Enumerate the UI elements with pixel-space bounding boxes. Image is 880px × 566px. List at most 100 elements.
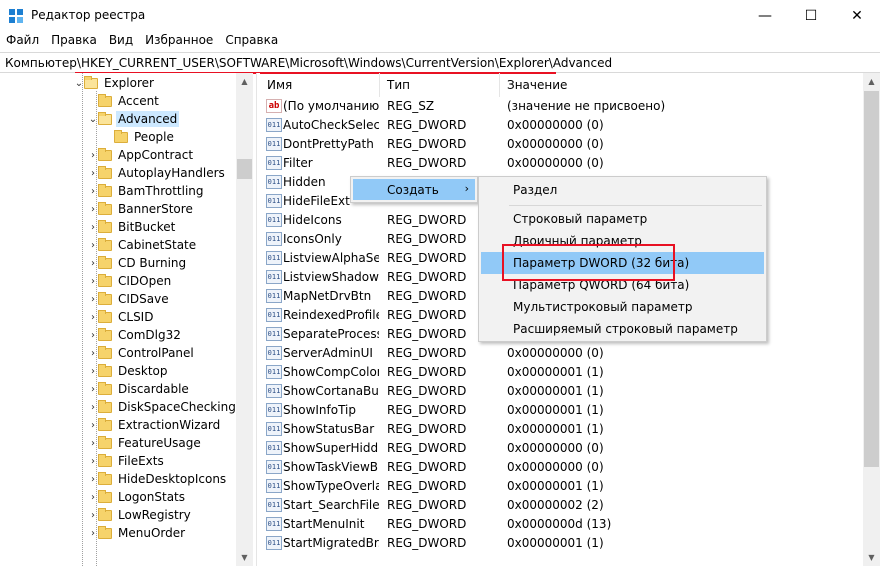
chevron-right-icon[interactable]: › xyxy=(88,506,98,524)
tree-node[interactable]: › ExtractionWizard xyxy=(88,416,220,434)
folder-icon xyxy=(98,165,112,179)
tree-node[interactable]: › ComDlg32 xyxy=(88,326,181,344)
table-row[interactable]: 011ShowCortanaBu... REG_DWORD 0x00000001 (… xyxy=(260,382,863,401)
table-row[interactable]: 011 Filter REG_DWORD 0x00000000 (0) xyxy=(260,154,863,173)
chevron-right-icon[interactable]: › xyxy=(88,290,98,308)
value-data: 0x00000000 (0) xyxy=(507,441,604,455)
table-row[interactable]: 011 StartMigratedBr... REG_DWORD 0x00000001… xyxy=(260,534,863,553)
table-row[interactable]: 011 StartMenuInit REG_DWORD 0x0000000d (13) xyxy=(260,515,863,534)
column-header-type[interactable]: Тип xyxy=(380,73,500,97)
table-row[interactable]: 011 ShowTypeOverlay REG_DWORD 0x00000001 (1… xyxy=(260,477,863,496)
submenu-item-multistring[interactable]: Мультистроковый параметр xyxy=(481,296,764,318)
column-header-data[interactable]: Значение xyxy=(500,73,863,97)
table-row[interactable]: 011 ShowInfoTip REG_DWORD 0x00000001 (1) xyxy=(260,401,863,420)
tree-node[interactable]: › MenuOrder xyxy=(88,524,185,542)
chevron-right-icon[interactable]: › xyxy=(88,488,98,506)
scroll-down-icon[interactable]: ▼ xyxy=(863,549,880,566)
chevron-down-icon[interactable]: ⌄ xyxy=(88,110,98,128)
tree-node[interactable]: › Discardable xyxy=(88,380,189,398)
chevron-down-icon[interactable]: ⌄ xyxy=(74,74,84,92)
table-row[interactable]: 011 AutoCheckSelect REG_DWORD 0x00000000 (0… xyxy=(260,116,863,135)
table-row[interactable]: 011 ShowCompColor REG_DWORD 0x00000001 (1) xyxy=(260,363,863,382)
dword-value-icon: 011 xyxy=(266,498,282,512)
chevron-right-icon[interactable]: › xyxy=(88,380,98,398)
tree-node[interactable]: › CabinetState xyxy=(88,236,196,254)
tree-node[interactable]: › CIDSave xyxy=(88,290,169,308)
submenu-separator xyxy=(509,205,762,206)
menu-view[interactable]: Вид xyxy=(103,31,139,51)
chevron-right-icon[interactable]: › xyxy=(88,164,98,182)
submenu-item-key[interactable]: Раздел xyxy=(481,179,764,201)
menu-help[interactable]: Справка xyxy=(219,31,284,51)
tree-node[interactable]: › BamThrottling xyxy=(88,182,204,200)
tree-node[interactable]: › ControlPanel xyxy=(88,344,194,362)
tree-node-people[interactable]: People xyxy=(104,128,174,146)
menu-file[interactable]: Файл xyxy=(0,31,45,51)
list-scroll-thumb[interactable] xyxy=(864,91,879,467)
value-name: ShowTypeOverlay xyxy=(283,479,379,493)
chevron-right-icon[interactable]: › xyxy=(88,416,98,434)
tree-node[interactable]: › LowRegistry xyxy=(88,506,191,524)
chevron-right-icon[interactable]: › xyxy=(88,470,98,488)
tree-node[interactable]: › FileExts xyxy=(88,452,164,470)
tree-node-explorer[interactable]: ⌄ Explorer xyxy=(74,74,154,92)
table-row[interactable]: 011 ShowSuperHidd... REG_DWORD 0x00000000 (… xyxy=(260,439,863,458)
scroll-up-icon[interactable]: ▲ xyxy=(236,73,253,90)
chevron-right-icon[interactable]: › xyxy=(88,200,98,218)
table-row[interactable]: ab (По умолчанию) REG_SZ (значение не присв… xyxy=(260,97,863,116)
address-path[interactable]: Компьютер\HKEY_CURRENT_USER\SOFTWARE\Mic… xyxy=(5,56,612,70)
submenu-item-expandable-string[interactable]: Расширяемый строковый параметр xyxy=(481,318,764,340)
tree-node[interactable]: › AppContract xyxy=(88,146,193,164)
chevron-right-icon[interactable]: › xyxy=(88,362,98,380)
table-row[interactable]: 011 DontPrettyPath REG_DWORD 0x00000000 (0) xyxy=(260,135,863,154)
maximize-button[interactable]: ☐ xyxy=(788,0,834,31)
submenu-item-string[interactable]: Строковый параметр xyxy=(481,208,764,230)
tree-node[interactable]: › DiskSpaceChecking xyxy=(88,398,236,416)
tree-node[interactable]: › BitBucket xyxy=(88,218,175,236)
tree-node-accent[interactable]: Accent xyxy=(88,92,159,110)
address-bar[interactable]: Компьютер\HKEY_CURRENT_USER\SOFTWARE\Mic… xyxy=(0,52,880,74)
menu-edit[interactable]: Правка xyxy=(45,31,103,51)
chevron-right-icon[interactable]: › xyxy=(88,218,98,236)
chevron-right-icon[interactable]: › xyxy=(88,398,98,416)
chevron-right-icon[interactable]: › xyxy=(88,236,98,254)
tree-scroll-thumb[interactable] xyxy=(237,159,252,179)
tree-node[interactable]: › HideDesktopIcons xyxy=(88,470,226,488)
chevron-right-icon[interactable]: › xyxy=(88,146,98,164)
scroll-down-icon[interactable]: ▼ xyxy=(236,549,253,566)
tree-node[interactable]: › CD Burning xyxy=(88,254,186,272)
chevron-right-icon[interactable]: › xyxy=(88,452,98,470)
table-row[interactable]: 011 ShowTaskViewB... REG_DWORD 0x00000000 (… xyxy=(260,458,863,477)
context-menu: Создать › xyxy=(350,176,478,203)
chevron-right-icon[interactable]: › xyxy=(88,272,98,290)
list-scrollbar[interactable]: ▲ ▼ xyxy=(863,73,880,566)
chevron-right-icon[interactable]: › xyxy=(88,182,98,200)
close-button[interactable]: ✕ xyxy=(834,0,880,31)
tree-node[interactable]: › Desktop xyxy=(88,362,168,380)
tree-node[interactable]: › CIDOpen xyxy=(88,272,171,290)
tree-node[interactable]: › LogonStats xyxy=(88,488,185,506)
chevron-right-icon[interactable]: › xyxy=(88,308,98,326)
tree-node[interactable]: › FeatureUsage xyxy=(88,434,201,452)
table-row[interactable]: 011 ServerAdminUI REG_DWORD 0x00000000 (0) xyxy=(260,344,863,363)
chevron-right-icon[interactable]: › xyxy=(88,326,98,344)
dword-value-icon: 011 xyxy=(266,384,282,398)
chevron-right-icon[interactable]: › xyxy=(88,344,98,362)
chevron-right-icon[interactable]: › xyxy=(88,434,98,452)
table-row[interactable]: 011 ShowStatusBar REG_DWORD 0x00000001 (1) xyxy=(260,420,863,439)
scroll-up-icon[interactable]: ▲ xyxy=(863,73,880,90)
tree-node-advanced[interactable]: ⌄ Advanced xyxy=(88,110,180,128)
tree-node[interactable]: › AutoplayHandlers xyxy=(88,164,225,182)
menu-favorites[interactable]: Избранное xyxy=(139,31,219,51)
tree-node[interactable]: › BannerStore xyxy=(88,200,193,218)
folder-icon xyxy=(98,471,112,485)
minimize-button[interactable]: — xyxy=(742,0,788,31)
chevron-right-icon[interactable]: › xyxy=(88,524,98,542)
tree-scrollbar[interactable]: ▲ ▼ xyxy=(236,73,253,566)
context-menu-create[interactable]: Создать › xyxy=(353,179,475,200)
table-row[interactable]: 011 Start_SearchFiles REG_DWORD 0x00000002 … xyxy=(260,496,863,515)
column-header-name[interactable]: Имя xyxy=(260,73,380,97)
chevron-right-icon[interactable]: › xyxy=(88,254,98,272)
tree-node[interactable]: › CLSID xyxy=(88,308,153,326)
value-data: (значение не присвоено) xyxy=(507,99,666,113)
